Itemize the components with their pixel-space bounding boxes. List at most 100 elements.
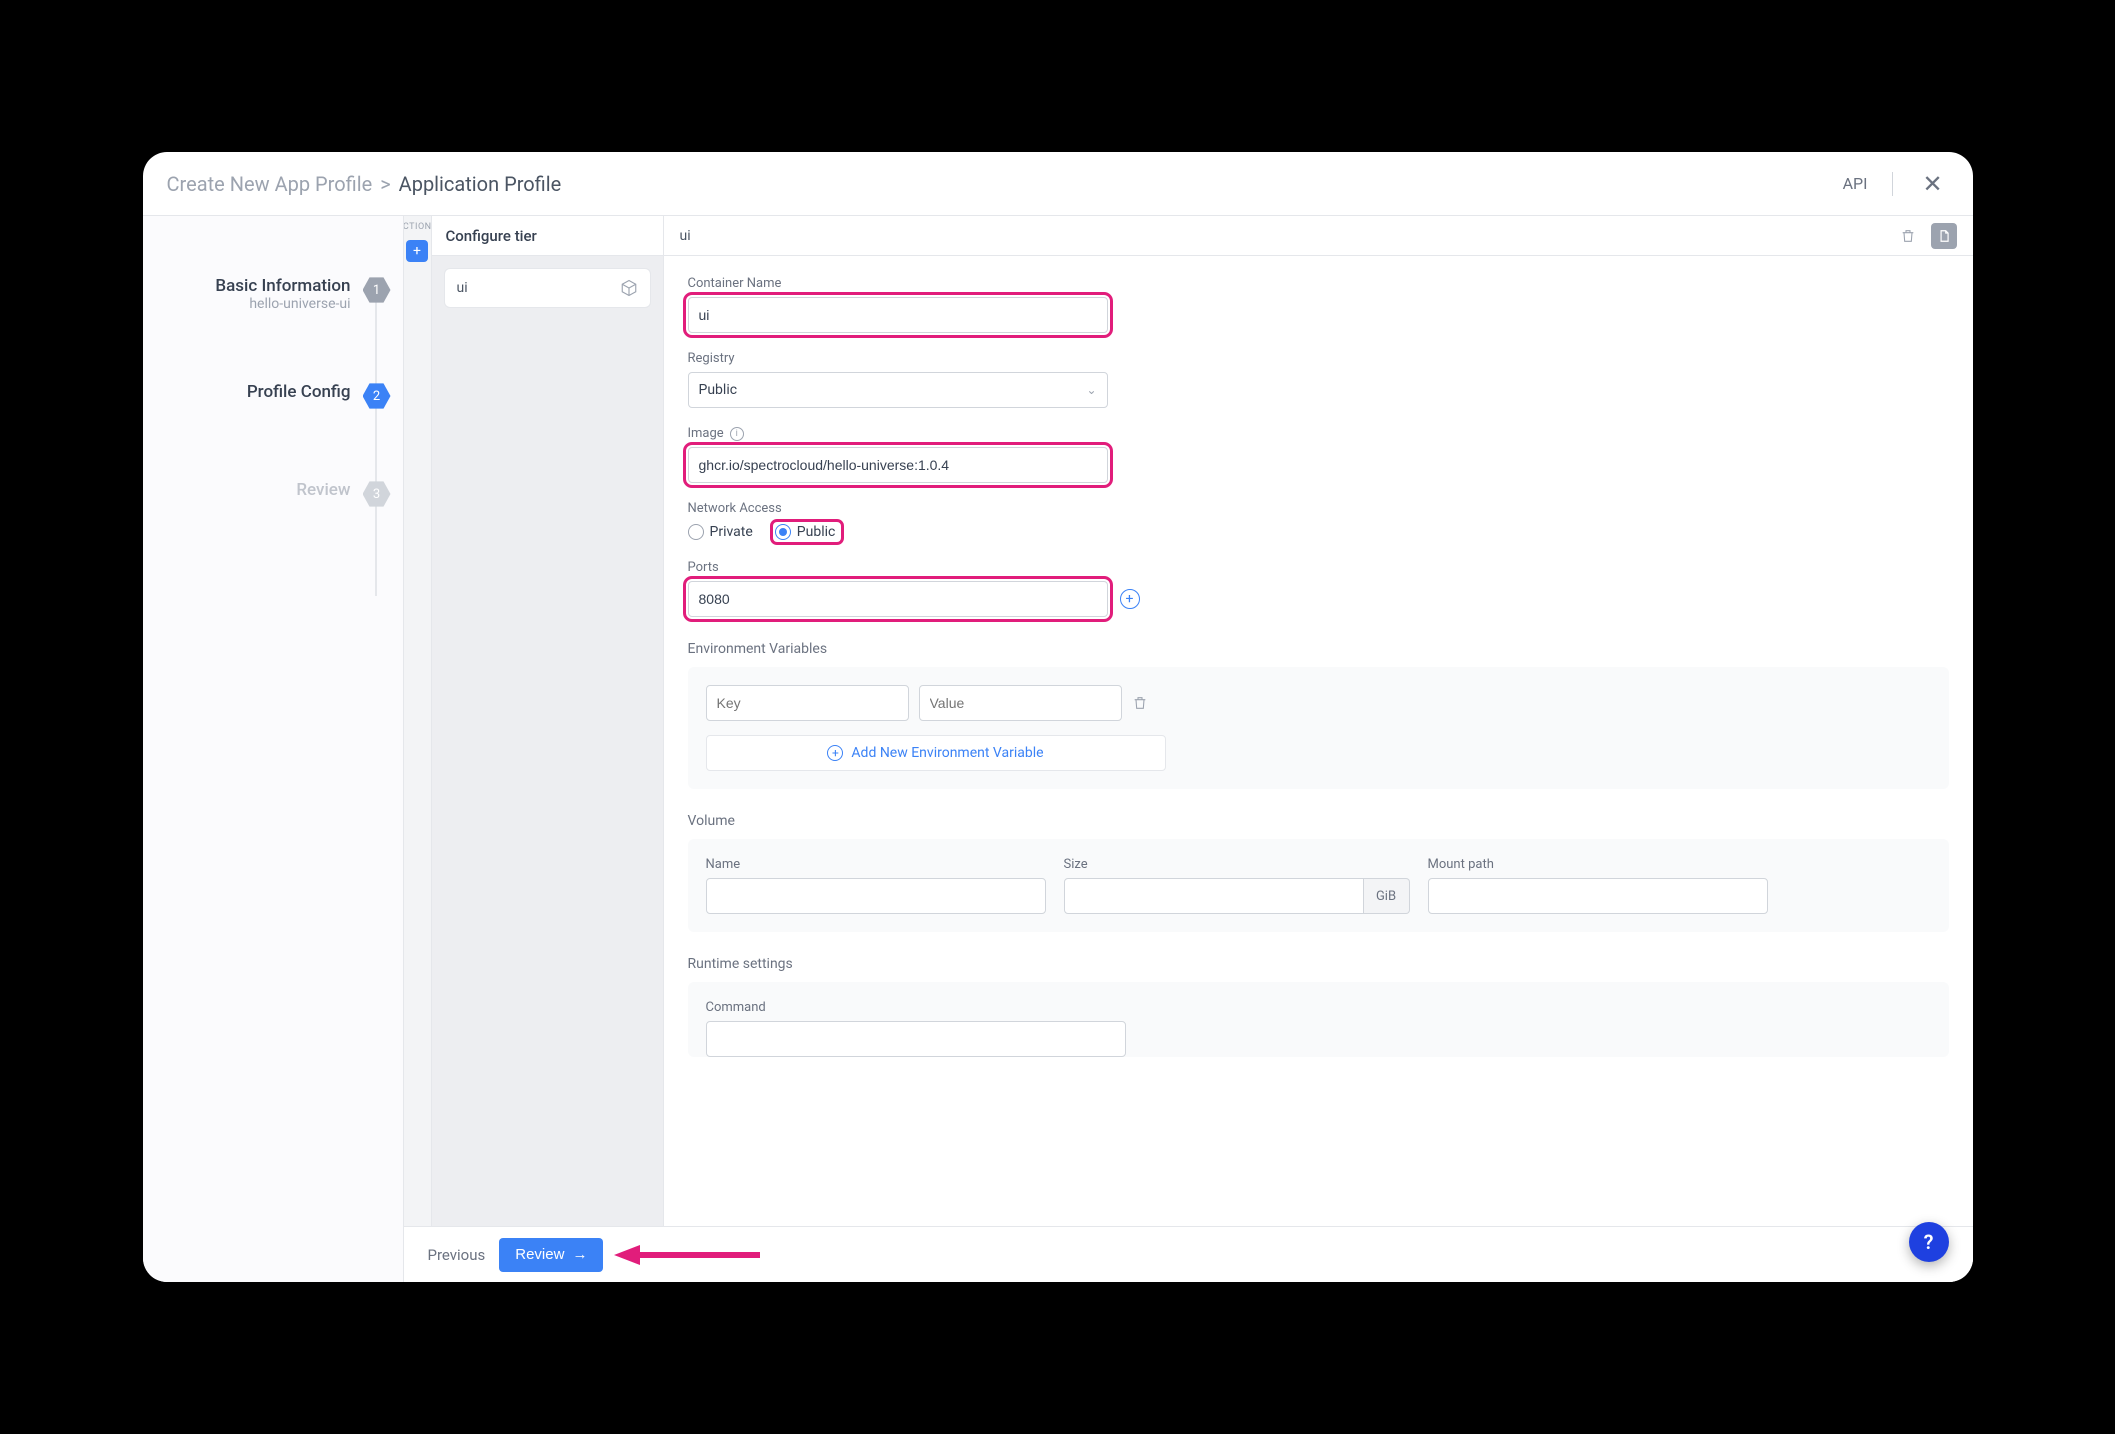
step-basic-information[interactable]: Basic Information hello-universe-ui 1 xyxy=(143,276,403,312)
form-header: ui xyxy=(664,216,1973,256)
annotation-arrow xyxy=(614,1245,640,1265)
step-title: Review xyxy=(296,480,350,500)
review-button[interactable]: Review → xyxy=(499,1238,603,1272)
label-runtime: Runtime settings xyxy=(688,956,1949,972)
input-volume-name[interactable] xyxy=(706,878,1046,914)
form-body: Container Name Registry Public ⌄ xyxy=(664,256,1973,1097)
radio-icon xyxy=(688,524,704,540)
input-volume-size[interactable] xyxy=(1064,878,1364,914)
step-title: Basic Information xyxy=(215,276,350,296)
edit-yaml-button[interactable] xyxy=(1931,223,1957,249)
stepper: Basic Information hello-universe-ui 1 Pr… xyxy=(143,216,403,1282)
trash-icon xyxy=(1132,695,1148,711)
label-volume-size: Size xyxy=(1064,857,1410,872)
section-runtime: Runtime settings Command xyxy=(688,956,1949,1057)
body: Basic Information hello-universe-ui 1 Pr… xyxy=(143,216,1973,1282)
add-env-button[interactable]: + Add New Environment Variable xyxy=(706,735,1166,771)
field-image: Image i xyxy=(688,426,1949,483)
radio-public[interactable]: Public xyxy=(775,524,836,540)
info-icon[interactable]: i xyxy=(730,427,744,441)
delete-env-button[interactable] xyxy=(1132,695,1148,711)
help-icon: ? xyxy=(1924,1230,1934,1254)
radio-public-label: Public xyxy=(797,524,836,540)
tier-card-ui[interactable]: ui xyxy=(444,268,651,308)
previous-button[interactable]: Previous xyxy=(428,1246,486,1264)
label-container-name: Container Name xyxy=(688,276,1949,291)
arrow-right-icon: → xyxy=(572,1246,587,1263)
field-registry: Registry Public ⌄ xyxy=(688,351,1949,408)
step-review[interactable]: Review 3 xyxy=(143,480,403,508)
tiers-heading: Configure tier xyxy=(432,216,663,256)
form-column: ui Container Name xyxy=(664,216,1973,1226)
field-ports: Ports + xyxy=(688,560,1949,617)
radio-icon xyxy=(775,524,791,540)
step-number-icon: 3 xyxy=(363,480,391,508)
input-volume-mount[interactable] xyxy=(1428,878,1768,914)
label-command: Command xyxy=(706,1000,1931,1015)
form-header-title: ui xyxy=(680,228,691,244)
close-button[interactable]: ✕ xyxy=(1917,168,1949,200)
breadcrumb-parent[interactable]: Create New App Profile xyxy=(167,172,373,196)
label-volume-name: Name xyxy=(706,857,1046,872)
tiers-column: Configure tier ui xyxy=(432,216,664,1226)
step-title: Profile Config xyxy=(247,382,351,402)
volume-panel: Name Size GiB xyxy=(688,839,1949,932)
app-window: Create New App Profile > Application Pro… xyxy=(143,152,1973,1282)
help-button[interactable]: ? xyxy=(1909,1222,1949,1262)
step-profile-config[interactable]: Profile Config 2 xyxy=(143,382,403,410)
input-env-key[interactable] xyxy=(706,685,909,721)
add-port-button[interactable]: + xyxy=(1120,589,1140,609)
label-ports: Ports xyxy=(688,560,1949,575)
field-volume-name: Name xyxy=(706,857,1046,914)
tier-name: ui xyxy=(457,280,468,296)
plus-icon: + xyxy=(413,243,421,259)
breadcrumb-current: Application Profile xyxy=(399,172,562,196)
close-icon: ✕ xyxy=(1922,170,1942,198)
step-number-icon: 1 xyxy=(363,276,391,304)
divider xyxy=(1892,172,1893,196)
label-registry: Registry xyxy=(688,351,1949,366)
select-registry-value: Public xyxy=(699,382,738,398)
label-network-access: Network Access xyxy=(688,501,1949,516)
field-volume-size: Size GiB xyxy=(1064,857,1410,914)
breadcrumb-separator: > xyxy=(380,172,390,196)
label-volume-mount: Mount path xyxy=(1428,857,1768,872)
input-command[interactable] xyxy=(706,1021,1126,1057)
plus-circle-icon: + xyxy=(827,745,843,761)
input-container-name[interactable] xyxy=(688,297,1108,333)
section-volume: Volume Name Size Gi xyxy=(688,813,1949,932)
env-row xyxy=(706,685,1931,721)
actions-column: ACTIONS + xyxy=(404,216,432,1226)
step-number-icon: 2 xyxy=(363,382,391,410)
label-env-vars: Environment Variables xyxy=(688,641,1949,657)
radio-private[interactable]: Private xyxy=(688,524,753,540)
section-environment-variables: Environment Variables xyxy=(688,641,1949,789)
api-link[interactable]: API xyxy=(1843,174,1868,193)
input-image[interactable] xyxy=(688,447,1108,483)
content-row: ACTIONS + Configure tier ui xyxy=(404,216,1973,1226)
trash-icon xyxy=(1900,228,1916,244)
add-tier-button[interactable]: + xyxy=(406,240,428,262)
plus-icon: + xyxy=(1126,591,1134,607)
field-network-access: Network Access Private Public xyxy=(688,501,1949,542)
form-header-actions xyxy=(1895,223,1957,249)
field-container-name: Container Name xyxy=(688,276,1949,333)
label-image: Image i xyxy=(688,426,1949,441)
volume-size-unit: GiB xyxy=(1364,878,1410,914)
document-icon xyxy=(1937,229,1951,243)
step-track xyxy=(375,296,377,596)
radio-private-label: Private xyxy=(710,524,753,540)
main: ACTIONS + Configure tier ui xyxy=(403,216,1973,1282)
field-volume-mount: Mount path xyxy=(1428,857,1768,914)
review-button-label: Review xyxy=(515,1246,564,1263)
select-registry[interactable]: Public ⌄ xyxy=(688,372,1108,408)
titlebar: Create New App Profile > Application Pro… xyxy=(143,152,1973,216)
radio-group-network-access: Private Public xyxy=(688,522,1949,542)
delete-tier-button[interactable] xyxy=(1895,223,1921,249)
step-subtitle: hello-universe-ui xyxy=(215,296,350,312)
label-volume: Volume xyxy=(688,813,1949,829)
footer: Previous Review → ? xyxy=(404,1226,1973,1282)
input-port[interactable] xyxy=(688,581,1108,617)
label-image-text: Image xyxy=(688,426,724,441)
input-env-value[interactable] xyxy=(919,685,1122,721)
